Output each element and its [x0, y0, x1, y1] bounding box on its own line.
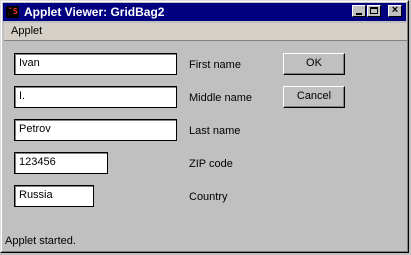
menu-bar: Applet [4, 23, 407, 41]
zip-code-label: ZIP code [189, 158, 233, 170]
first-name-label: First name [189, 59, 241, 71]
status-bar-text: Applet started. [5, 235, 76, 247]
menu-item-applet[interactable]: Applet [11, 25, 42, 38]
middle-name-label: Middle name [189, 92, 252, 104]
minimize-button[interactable] [352, 5, 366, 17]
title-bar[interactable]: ˇS Applet Viewer: GridBag2 × [3, 3, 406, 21]
ok-button[interactable]: OK [283, 53, 345, 75]
minimize-icon [356, 13, 362, 15]
window-title: Applet Viewer: GridBag2 [24, 5, 165, 19]
maximize-icon [370, 7, 378, 14]
applet-viewer-window: ˇS Applet Viewer: GridBag2 × Applet Ivan… [0, 0, 409, 253]
close-icon: × [391, 4, 399, 16]
country-field[interactable]: Russia [14, 185, 94, 207]
maximize-button[interactable] [367, 5, 381, 17]
last-name-label: Last name [189, 125, 241, 137]
country-label: Country [189, 191, 228, 203]
zip-code-field[interactable]: 123456 [14, 152, 108, 174]
close-button[interactable]: × [388, 4, 402, 17]
middle-name-field[interactable]: I. [14, 86, 177, 108]
last-name-field[interactable]: Petrov [14, 119, 177, 141]
first-name-field[interactable]: Ivan [14, 53, 177, 75]
java-applet-icon[interactable]: ˇS [6, 6, 19, 18]
cancel-button[interactable]: Cancel [283, 86, 345, 108]
